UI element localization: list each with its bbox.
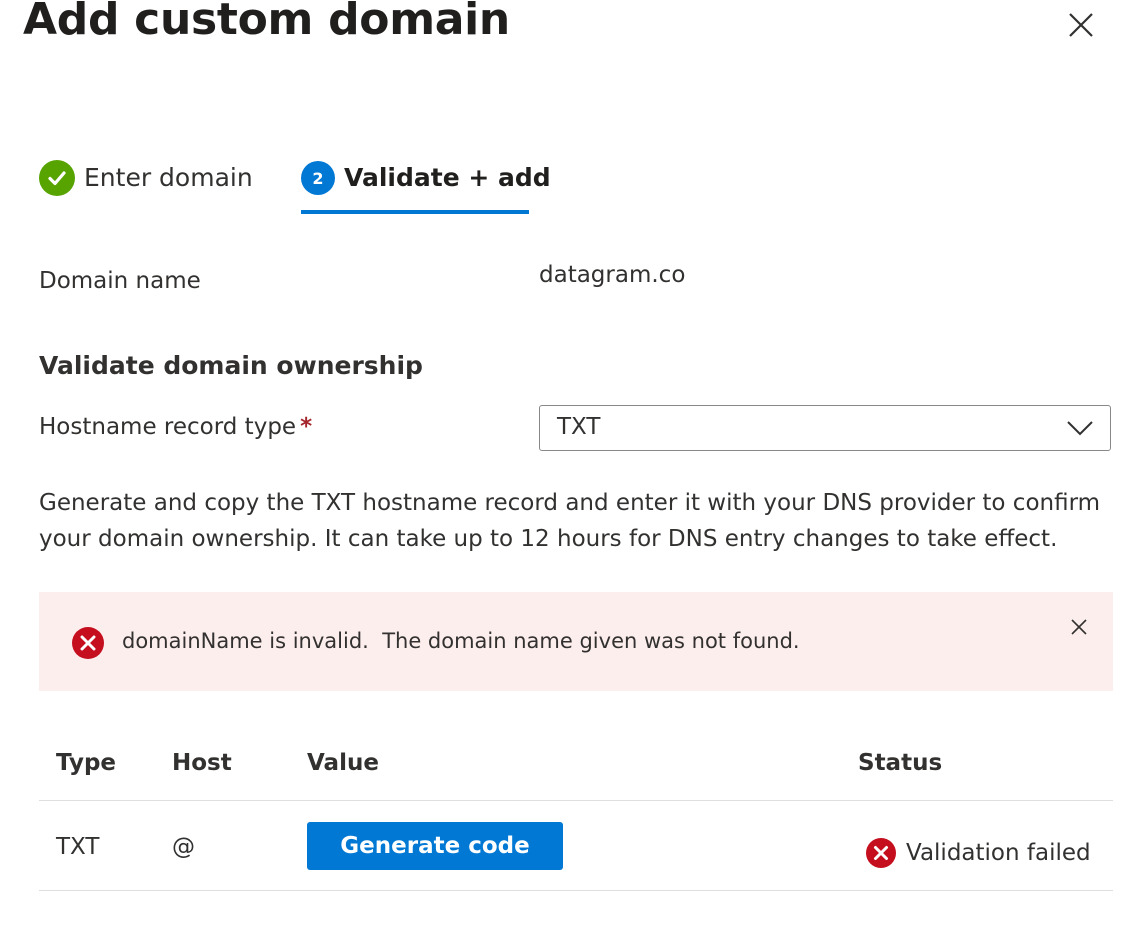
step-number-badge: 2 bbox=[301, 161, 335, 195]
column-header-host: Host bbox=[172, 750, 232, 776]
column-header-type: Type bbox=[56, 750, 117, 776]
step-label: Validate + add bbox=[344, 163, 551, 192]
record-host-cell: @ bbox=[172, 834, 195, 860]
chevron-down-icon bbox=[1067, 421, 1093, 436]
step-label: Enter domain bbox=[84, 163, 253, 192]
dismiss-error-button[interactable] bbox=[1068, 616, 1090, 638]
required-marker: * bbox=[300, 414, 313, 440]
generate-code-button[interactable]: Generate code bbox=[307, 822, 563, 870]
validation-status: Validation failed bbox=[866, 838, 1091, 868]
section-title: Validate domain ownership bbox=[39, 351, 423, 380]
step-validate-add[interactable]: 2 Validate + add bbox=[301, 160, 551, 216]
close-icon bbox=[1071, 619, 1087, 635]
validation-instructions: Generate and copy the TXT hostname recor… bbox=[39, 490, 1101, 552]
error-circle-icon bbox=[72, 627, 104, 659]
error-circle-icon bbox=[866, 838, 896, 868]
validation-status-text: Validation failed bbox=[906, 840, 1091, 866]
close-icon bbox=[1069, 13, 1093, 37]
add-custom-domain-panel: Add custom domain Enter domain 2 Validat… bbox=[0, 0, 1124, 933]
column-header-status: Status bbox=[858, 750, 943, 776]
record-type-cell: TXT bbox=[56, 834, 100, 860]
record-type-dropdown[interactable]: TXT bbox=[539, 405, 1111, 451]
domain-name-label: Domain name bbox=[39, 268, 201, 294]
error-message-bar: domainName is invalid. The domain name g… bbox=[39, 592, 1113, 691]
checkmark-circle-icon bbox=[39, 160, 75, 196]
close-panel-button[interactable] bbox=[1062, 6, 1098, 42]
step-enter-domain[interactable]: Enter domain bbox=[39, 160, 253, 216]
column-header-value: Value bbox=[307, 750, 379, 776]
domain-name-value: datagram.co bbox=[539, 262, 686, 288]
record-type-label-text: Hostname record type bbox=[39, 414, 297, 440]
error-message-text: domainName is invalid. The domain name g… bbox=[122, 629, 800, 653]
record-type-selected-value: TXT bbox=[557, 414, 601, 440]
record-type-label: Hostname record type * bbox=[39, 414, 312, 440]
table-header-divider bbox=[39, 800, 1113, 801]
active-step-indicator bbox=[301, 210, 529, 214]
dialog-title: Add custom domain bbox=[23, 0, 510, 45]
table-row-divider bbox=[39, 890, 1113, 891]
